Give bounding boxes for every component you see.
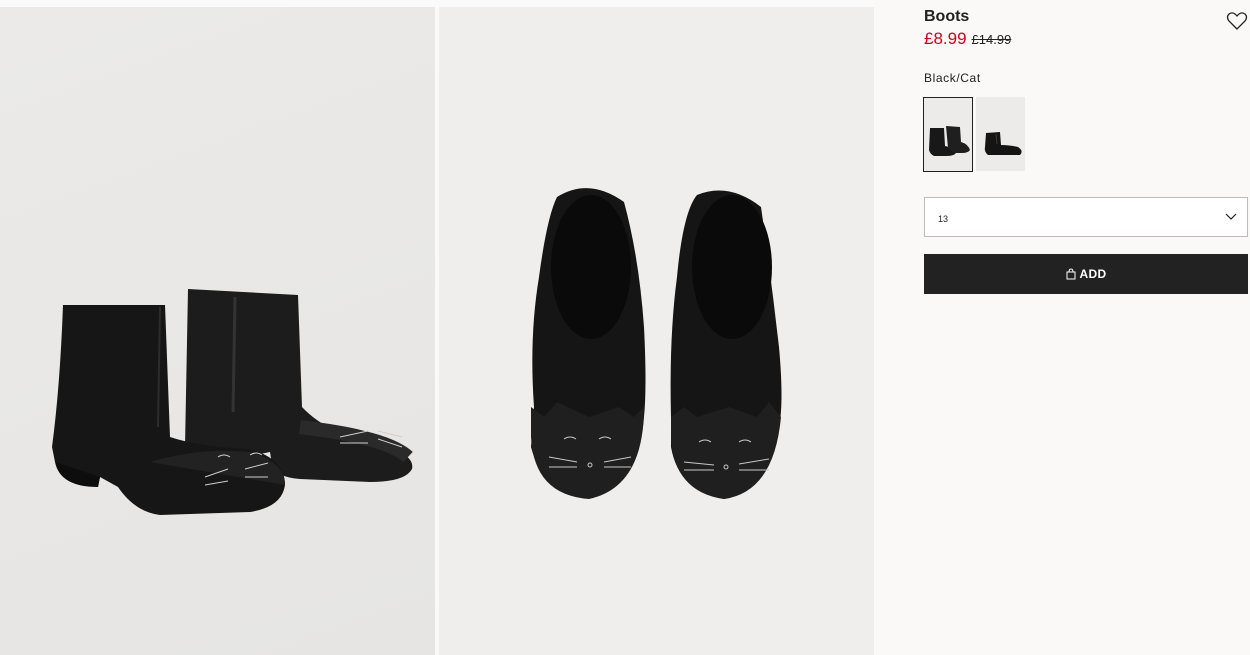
boot-left <box>531 188 646 499</box>
swatch-black-cat[interactable] <box>923 97 973 172</box>
chevron-down-icon <box>1225 213 1237 220</box>
product-image-side[interactable] <box>0 7 435 655</box>
size-dropdown[interactable]: 13 <box>924 197 1248 237</box>
boots-top-illustration <box>531 188 782 500</box>
price-block: £8.99 £14.99 <box>924 29 1011 49</box>
page-top-strip <box>0 0 874 7</box>
product-gallery <box>0 7 874 655</box>
shopping-bag-icon <box>1066 268 1076 280</box>
product-details: Boots £8.99 £14.99 Black/Cat 13 ADD <box>923 0 1250 655</box>
boots-side-illustration <box>52 289 413 515</box>
boots-thumbnail-icon <box>924 98 972 171</box>
original-price: £14.99 <box>971 32 1012 47</box>
size-value: 13 <box>938 214 949 224</box>
add-button-label: ADD <box>1079 267 1107 281</box>
sale-price: £8.99 <box>924 29 967 48</box>
color-label: Black/Cat <box>924 71 981 85</box>
boot-thumbnail-icon <box>976 97 1025 171</box>
boot-right <box>670 190 782 500</box>
heart-icon[interactable] <box>1226 11 1248 31</box>
color-swatches <box>923 97 1025 172</box>
swatch-black[interactable] <box>976 97 1025 171</box>
product-image-top[interactable] <box>439 7 874 655</box>
add-to-bag-button[interactable]: ADD <box>924 254 1248 294</box>
product-title: Boots <box>924 8 970 25</box>
